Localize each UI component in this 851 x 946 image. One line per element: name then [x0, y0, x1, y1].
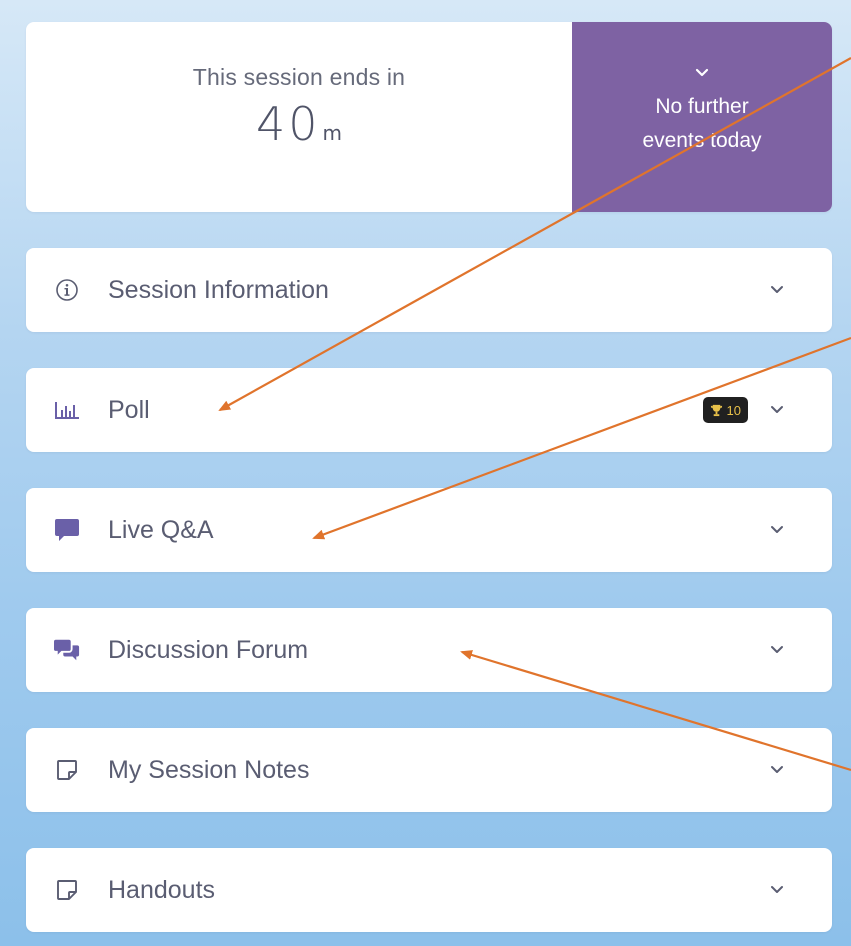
section-label: Poll — [108, 395, 150, 424]
section-label: My Session Notes — [108, 755, 310, 784]
section-label: Live Q&A — [108, 515, 214, 544]
countdown-caption: This session ends in — [192, 64, 406, 90]
next-events-line-1: No further — [655, 95, 749, 118]
countdown-unit: m — [322, 121, 343, 145]
session-countdown: This session ends in 40 m — [26, 22, 572, 212]
chat-bubble-icon — [54, 517, 80, 543]
section-label: Session Information — [108, 275, 329, 304]
next-events-line-2: events today — [642, 129, 762, 152]
bar-chart-icon — [54, 397, 80, 423]
section-session-information[interactable]: Session Information — [26, 248, 832, 332]
section-label: Handouts — [108, 875, 216, 904]
chevron-down-icon[interactable] — [768, 401, 786, 419]
chevron-down-icon[interactable] — [768, 641, 786, 659]
session-timer-card: This session ends in 40 m No further even… — [26, 22, 832, 212]
points-badge: 10 — [702, 397, 748, 423]
countdown-value: 40 m — [256, 97, 342, 151]
trophy-icon — [710, 404, 722, 416]
section-my-session-notes[interactable]: My Session Notes — [26, 728, 832, 812]
next-events-text: No further events today — [612, 90, 792, 158]
section-live-qa[interactable]: Live Q&A — [26, 488, 832, 572]
note-icon — [54, 877, 80, 903]
chevron-down-icon[interactable] — [768, 521, 786, 539]
chevron-down-icon[interactable] — [768, 281, 786, 299]
chat-bubbles-icon — [54, 637, 80, 663]
section-poll[interactable]: Poll 10 — [26, 368, 832, 452]
countdown-number: 40 — [255, 97, 321, 151]
chevron-down-icon — [695, 68, 709, 77]
note-icon — [54, 757, 80, 783]
chevron-down-icon[interactable] — [768, 761, 786, 779]
info-icon — [54, 277, 80, 303]
section-label: Discussion Forum — [108, 635, 309, 664]
chevron-down-icon[interactable] — [768, 881, 786, 899]
section-handouts[interactable]: Handouts — [26, 848, 832, 932]
next-events-toggle[interactable]: No further events today — [572, 22, 832, 212]
section-discussion-forum[interactable]: Discussion Forum — [26, 608, 832, 692]
points-value: 10 — [726, 402, 741, 418]
